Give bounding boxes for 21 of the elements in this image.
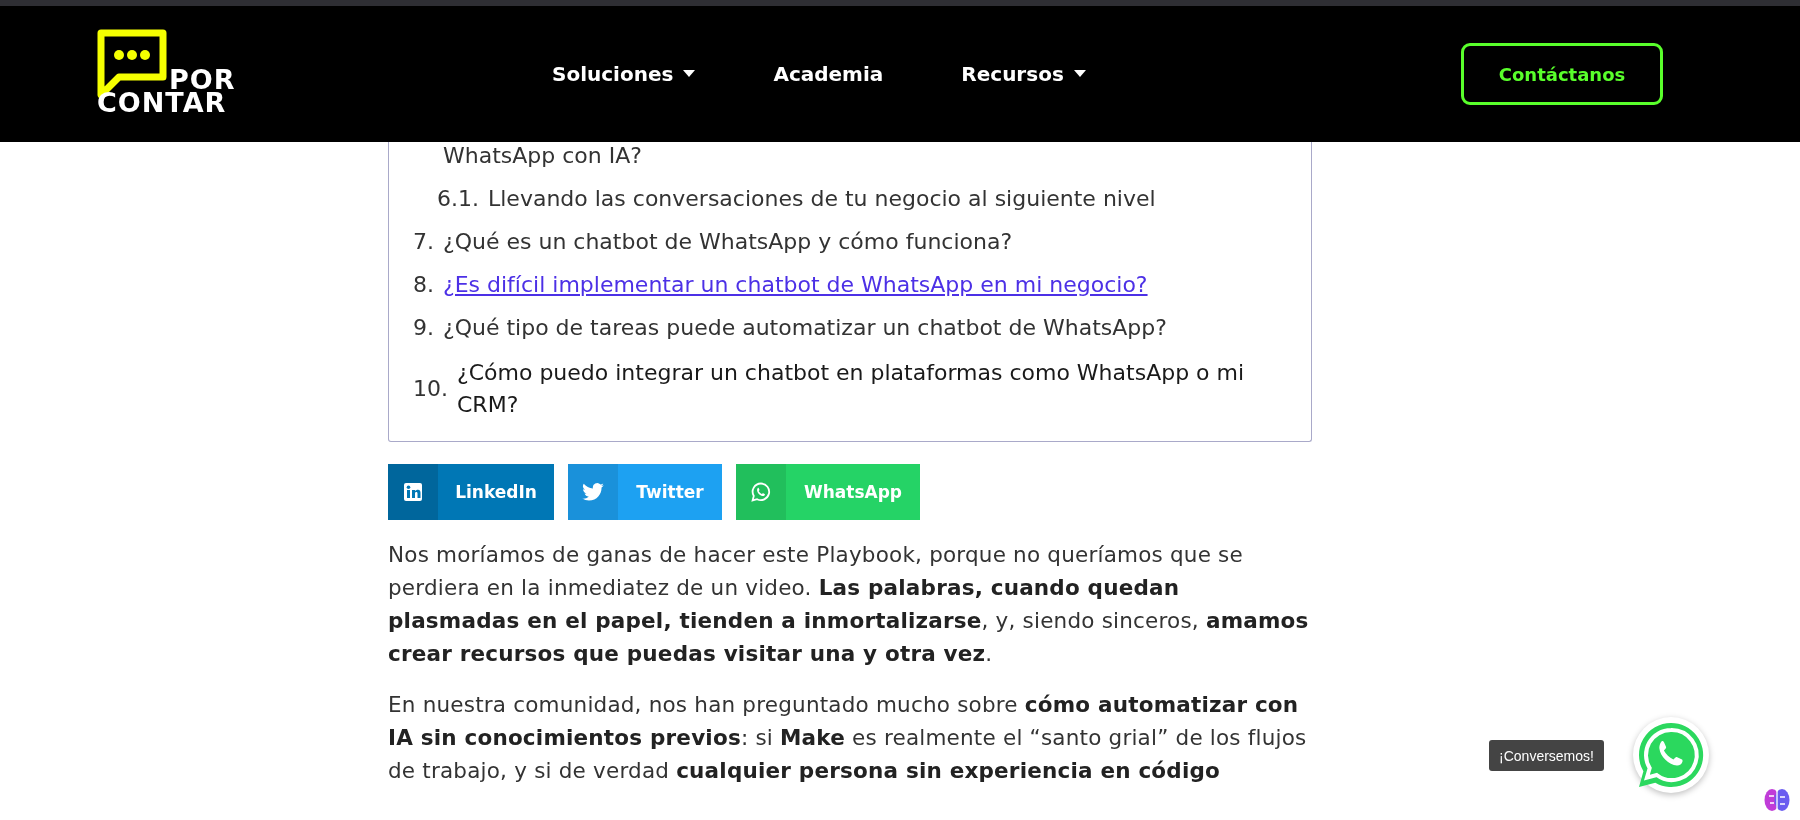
nav-link[interactable]: Recursos xyxy=(961,62,1086,86)
logo-text: CONTAR xyxy=(97,92,227,115)
toc-link[interactable]: ¿Qué es un chatbot de WhatsApp y cómo funciona? xyxy=(443,228,1013,256)
list-number: 9. xyxy=(413,314,434,342)
toc-link[interactable]: ¿Qué tipo de tareas puede automatizar un chatbot de WhatsApp? xyxy=(443,314,1167,342)
toc-link[interactable]: ¿Es difícil implementar un chatbot de WhatsApp en mi negocio? xyxy=(443,271,1148,299)
list-number: 7. xyxy=(413,228,434,256)
paragraph: En nuestra comunidad, nos han preguntado mucho sobre cómo automatizar con IA sin conocimientos previos: si Make es realmente el “santo grial” de los flujos de trabajo, y si de verdad cualquier persona sin experiencia en código xyxy=(388,691,1308,785)
list-number: 6.1. xyxy=(437,185,479,213)
logo-text: POR xyxy=(169,69,236,93)
toc-link[interactable]: Llevando las conversaciones de tu negocio al siguiente nivel xyxy=(488,185,1156,213)
contact-button[interactable]: Contáctanos xyxy=(1461,43,1663,105)
list-number: 8. xyxy=(413,271,434,299)
toc-link[interactable]: WhatsApp con IA? xyxy=(443,142,642,170)
nav-link[interactable]: Academia xyxy=(773,62,884,86)
list-number: 10. xyxy=(413,375,448,403)
paragraph: Nos moríamos de ganas de hacer este Playbook, porque no queríamos que se perdiera en la inmediatez de un video. Las palabras, cuando quedan plasmadas en el papel, tienden a inmortalizarse, y, siendo sinceros, amamos crear recursos que puedas visitar una y otra vez. xyxy=(388,541,1310,668)
nav-link[interactable]: Soluciones xyxy=(552,62,696,86)
chat-tooltip: ¡Conversemos! xyxy=(1489,740,1604,771)
share-button[interactable]: LinkedIn xyxy=(388,464,554,520)
toc-link[interactable]: ¿Cómo puedo integrar un chatbot en plataformas como WhatsApp o mi CRM? xyxy=(457,357,1291,421)
